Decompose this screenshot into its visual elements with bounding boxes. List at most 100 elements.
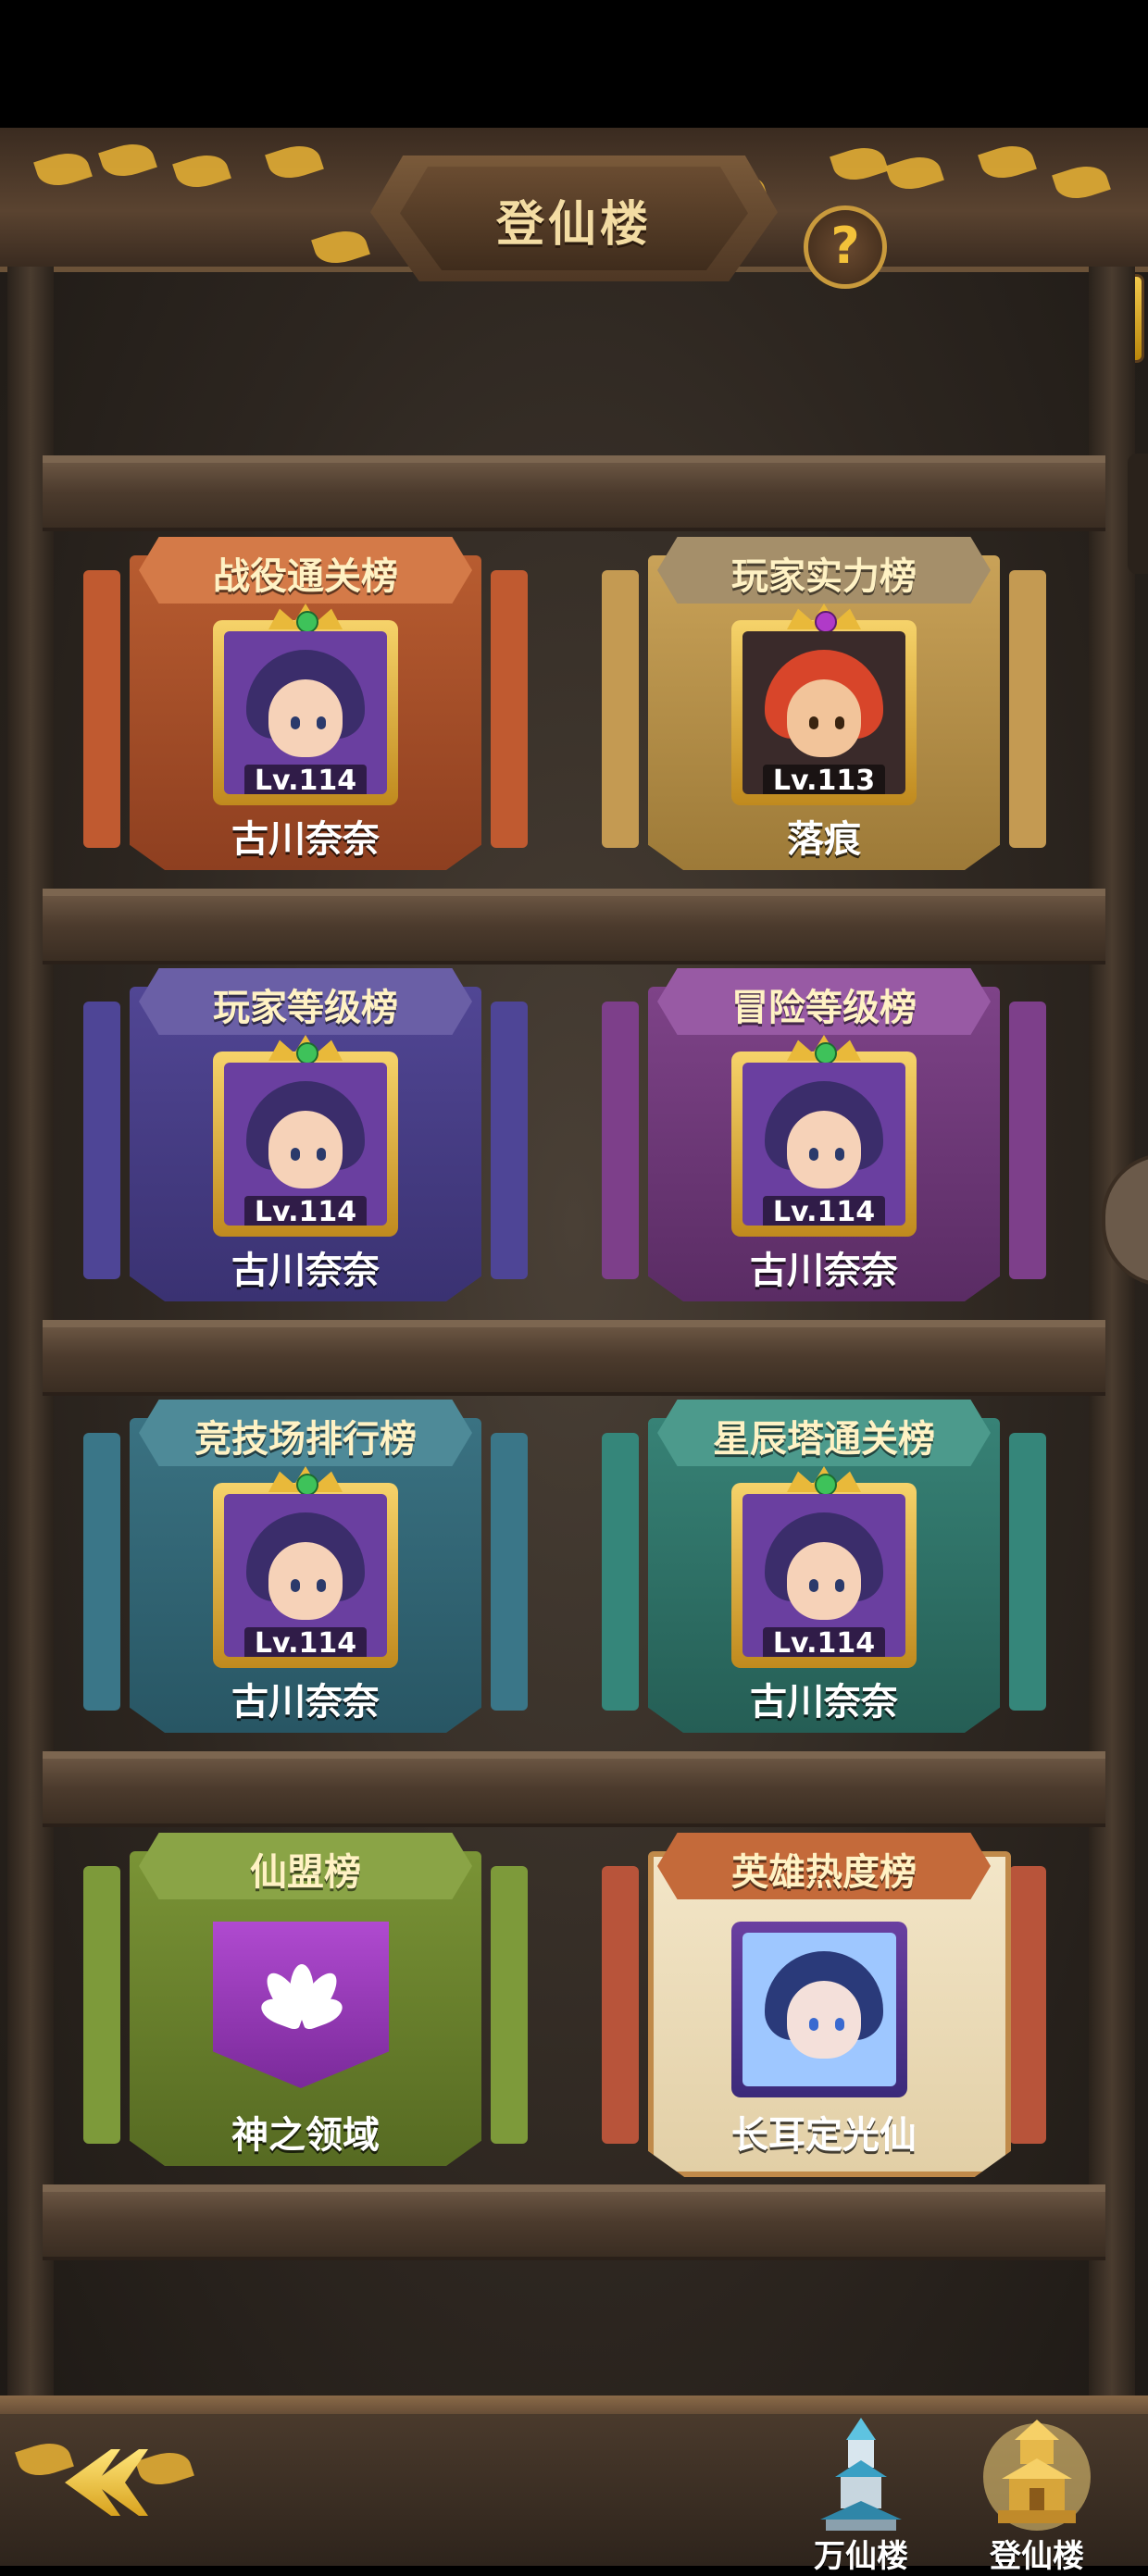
shelf <box>43 455 1105 531</box>
level-tag: Lv.114 <box>763 1627 885 1657</box>
level-tag: Lv.113 <box>763 765 885 794</box>
player-name: 古川奈奈 <box>231 818 380 861</box>
player-name: 古川奈奈 <box>231 1681 380 1724</box>
portrait-frame: Lv.114 <box>731 1466 917 1668</box>
shelf <box>43 1751 1105 1827</box>
leaderboard-hero-popularity[interactable]: 英雄热度榜 长耳定光仙 <box>593 1833 1055 2184</box>
nav-wanxian-tower[interactable]: 万仙楼 <box>787 2412 935 2575</box>
hero-portrait-icon: Lv.114 <box>224 631 387 794</box>
hero-portrait-icon <box>742 1933 896 2086</box>
hero-name: 长耳定光仙 <box>731 2114 917 2157</box>
status-bar-area <box>0 0 1148 128</box>
player-name: 落痕 <box>787 818 861 861</box>
avatar-face <box>787 679 861 757</box>
avatar-face <box>268 679 343 757</box>
level-tag: Lv.114 <box>244 1196 367 1226</box>
leaderboard-adventure-level[interactable]: 冒险等级榜 Lv.114 古川奈奈 <box>593 968 1055 1320</box>
panel-title: 英雄热度榜 <box>731 1851 917 1894</box>
panel-title: 竞技场排行榜 <box>194 1418 417 1461</box>
portrait-frame: Lv.114 <box>213 1466 398 1668</box>
wanxian-tower-icon <box>820 2418 902 2531</box>
gem-icon <box>296 1474 318 1496</box>
banner-pole <box>602 1866 639 2144</box>
portrait-frame: Lv.114 <box>213 604 398 805</box>
back-button[interactable] <box>56 2445 167 2520</box>
avatar-eye <box>291 1579 300 1592</box>
avatar-eye <box>317 716 326 729</box>
panel-title: 玩家等级榜 <box>213 987 398 1029</box>
avatar-eye <box>835 2018 844 2031</box>
banner-pole <box>602 1002 639 1279</box>
shelf <box>43 2184 1105 2260</box>
avatar-face <box>268 1542 343 1620</box>
banner-pole <box>602 1433 639 1711</box>
level-tag: Lv.114 <box>244 765 367 794</box>
player-name: 古川奈奈 <box>750 1250 898 1292</box>
leaderboard-guild[interactable]: 仙盟榜 神之领域 <box>74 1833 537 2184</box>
panel-title: 冒险等级榜 <box>731 987 917 1029</box>
nav-dengxian-tower[interactable]: 登仙楼 <box>963 2412 1111 2575</box>
banner-pole <box>1009 570 1046 848</box>
hero-portrait-icon: Lv.114 <box>742 1063 905 1226</box>
panel-title: 仙盟榜 <box>250 1851 361 1894</box>
shelf <box>43 1320 1105 1396</box>
player-name: 古川奈奈 <box>750 1681 898 1724</box>
avatar-eye <box>809 716 818 729</box>
panel-title: 星辰塔通关榜 <box>713 1418 935 1461</box>
banner-pole <box>83 1433 120 1711</box>
gem-icon <box>815 1042 837 1064</box>
avatar-face <box>787 1111 861 1188</box>
portrait-frame: Lv.114 <box>731 1035 917 1237</box>
panel-title: 玩家实力榜 <box>731 555 917 598</box>
leaderboard-star-tower[interactable]: 星辰塔通关榜 Lv.114 古川奈奈 <box>593 1400 1055 1751</box>
help-button[interactable]: ? <box>804 205 887 289</box>
avatar-eye <box>291 1148 300 1161</box>
gem-icon <box>296 1042 318 1064</box>
shelf <box>43 889 1105 964</box>
avatar-eye <box>835 1579 844 1592</box>
gem-icon <box>815 1474 837 1496</box>
avatar-face <box>268 1111 343 1188</box>
portrait-frame <box>731 1922 907 2097</box>
banner-pole <box>1009 1866 1046 2144</box>
guild-name: 神之领域 <box>231 2114 380 2157</box>
hero-portrait-icon: Lv.114 <box>224 1063 387 1226</box>
banner-pole <box>83 1002 120 1279</box>
help-icon: ? <box>830 217 860 275</box>
side-tab-upper[interactable] <box>1128 454 1148 574</box>
avatar-eye <box>291 716 300 729</box>
banner-pole <box>1009 1002 1046 1279</box>
gem-icon <box>815 611 837 633</box>
level-tag: Lv.114 <box>244 1627 367 1657</box>
level-tag: Lv.114 <box>763 1196 885 1226</box>
banner-pole <box>491 1433 528 1711</box>
panel-title: 战役通关榜 <box>213 555 398 598</box>
banner-pole <box>602 570 639 848</box>
hero-portrait-icon: Lv.113 <box>742 631 905 794</box>
avatar-eye <box>809 2018 818 2031</box>
leaderboard-power[interactable]: 玩家实力榜 Lv.113 落痕 <box>593 537 1055 889</box>
avatar-eye <box>835 716 844 729</box>
avatar-eye <box>317 1148 326 1161</box>
dengxian-tower-icon <box>983 2420 1091 2531</box>
banner-pole <box>491 1002 528 1279</box>
gem-icon <box>296 611 318 633</box>
player-name: 古川奈奈 <box>231 1250 380 1292</box>
leaderboard-player-level[interactable]: 玩家等级榜 Lv.114 古川奈奈 <box>74 968 537 1320</box>
banner-pole <box>83 570 120 848</box>
avatar-eye <box>809 1148 818 1161</box>
banner-pole <box>491 1866 528 2144</box>
avatar-face <box>787 1981 861 2059</box>
portrait-frame: Lv.114 <box>213 1035 398 1237</box>
avatar-face <box>787 1542 861 1620</box>
avatar-eye <box>809 1579 818 1592</box>
banner-pole <box>491 570 528 848</box>
page-title: 登仙楼 <box>495 197 652 253</box>
portrait-frame: Lv.113 <box>731 604 917 805</box>
hero-portrait-icon: Lv.114 <box>224 1494 387 1657</box>
leaderboard-arena[interactable]: 竞技场排行榜 Lv.114 古川奈奈 <box>74 1400 537 1751</box>
avatar-eye <box>317 1579 326 1592</box>
leaderboard-campaign[interactable]: 战役通关榜 Lv.114 古川奈奈 <box>74 537 537 889</box>
banner-pole <box>1009 1433 1046 1711</box>
nav-label: 万仙楼 <box>814 2538 908 2575</box>
